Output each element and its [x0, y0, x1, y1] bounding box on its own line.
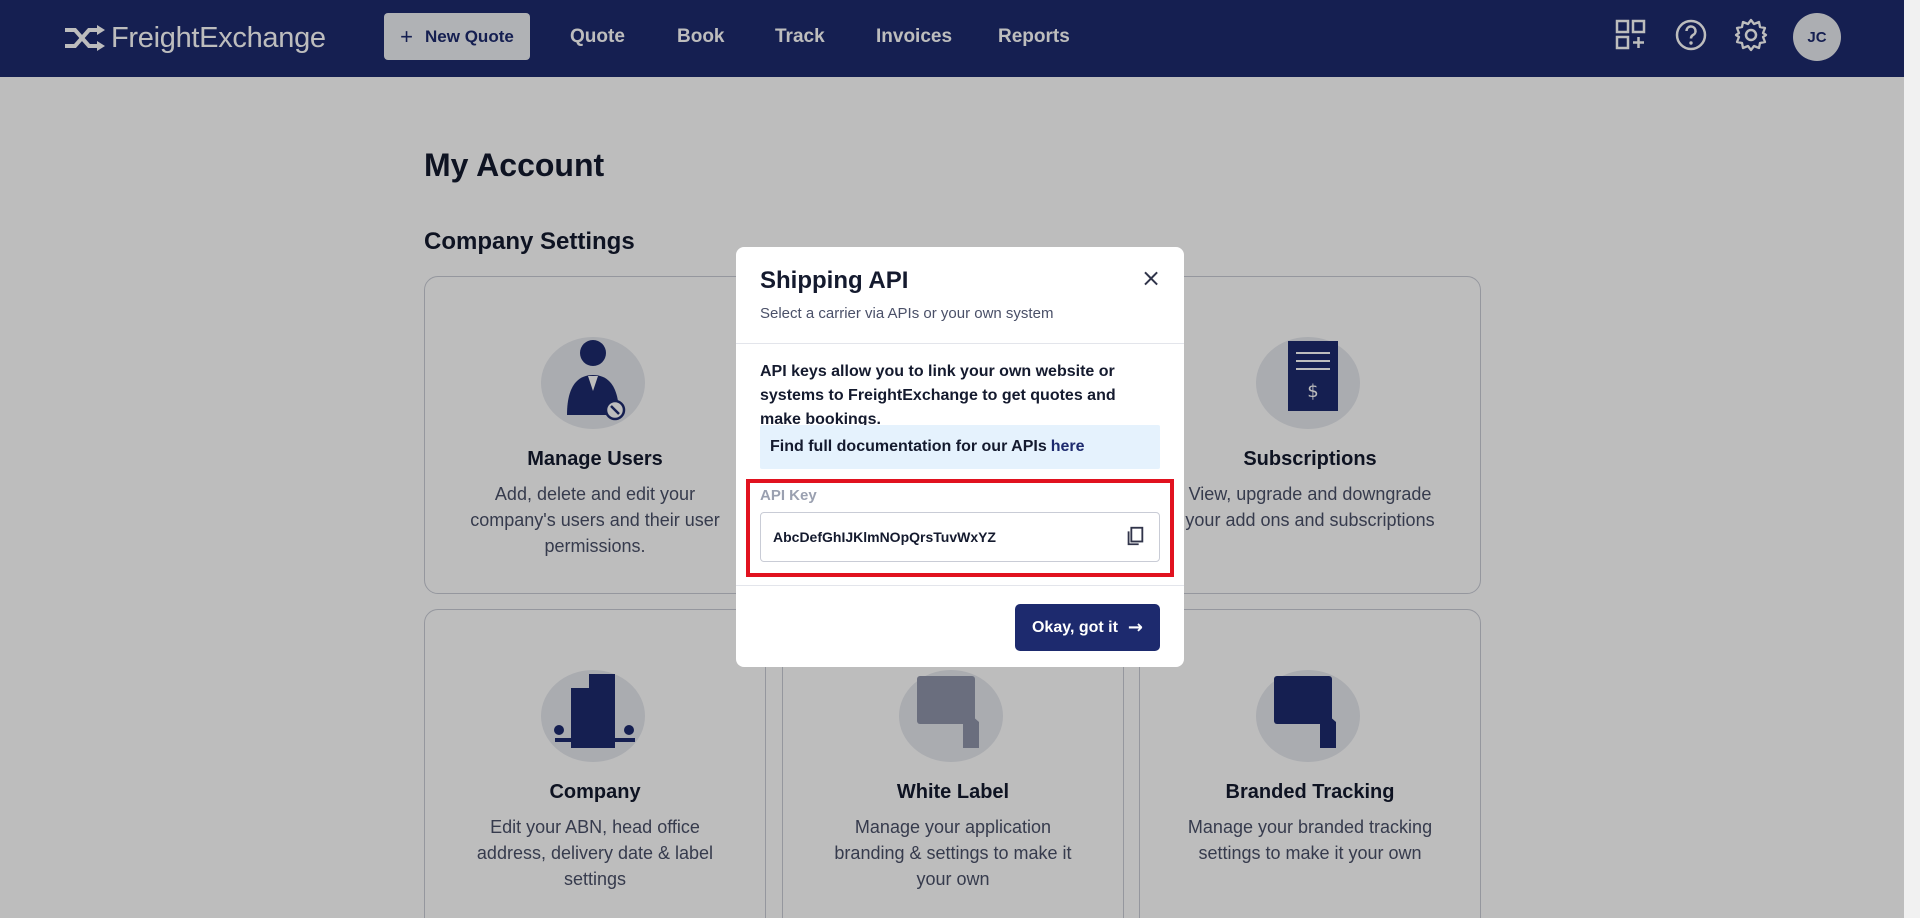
ok-label: Okay, got it: [1031, 618, 1118, 636]
divider: [736, 343, 1184, 344]
divider: [736, 585, 1184, 586]
copy-icon[interactable]: [1123, 525, 1147, 549]
modal-subtitle: Select a carrier via APIs or your own sy…: [760, 305, 1054, 322]
api-key-label: API Key: [760, 487, 817, 504]
okay-got-it-button[interactable]: Okay, got it →: [1015, 604, 1160, 651]
documentation-notice: Find full documentation for our APIs her…: [760, 425, 1160, 469]
page-scrollbar[interactable]: [1904, 0, 1920, 918]
shipping-api-modal: Shipping API Select a carrier via APIs o…: [736, 247, 1184, 667]
api-key-field[interactable]: AbcDefGhIJKlmNOpQrsTuvWxYZ: [760, 512, 1160, 562]
documentation-link[interactable]: here: [1051, 438, 1085, 456]
modal-body-text: API keys allow you to link your own webs…: [760, 363, 1116, 428]
api-key-value[interactable]: AbcDefGhIJKlmNOpQrsTuvWxYZ: [773, 529, 1123, 545]
modal-title: Shipping API: [760, 267, 909, 294]
arrow-right-icon: →: [1127, 617, 1144, 638]
close-icon[interactable]: ×: [1138, 265, 1164, 291]
doc-text: Find full documentation for our APIs: [770, 438, 1047, 455]
